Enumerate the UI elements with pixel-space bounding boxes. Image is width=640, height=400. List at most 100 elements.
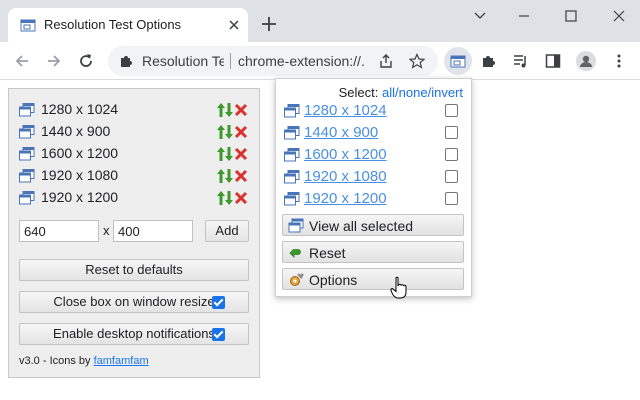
- maximize-icon[interactable]: [556, 8, 586, 24]
- profile-avatar[interactable]: [576, 51, 596, 71]
- bookmark-star-icon[interactable]: [409, 53, 425, 69]
- undo-arrow-icon: [289, 248, 301, 258]
- window-close-icon[interactable]: [604, 8, 634, 24]
- resolution-row: 1600 x 1200: [19, 143, 251, 165]
- resolution-label: 1280 x 1024: [41, 101, 119, 117]
- close-box-label: Close box on window resize: [53, 294, 215, 309]
- browser-toolbar: Resolution Test chrome-extension://...: [0, 42, 640, 80]
- forward-arrow-icon[interactable]: [45, 52, 63, 70]
- minimize-icon[interactable]: [509, 8, 539, 24]
- popup-resolution-row: 1600 x 1200: [282, 144, 466, 166]
- resolution-checkbox[interactable]: [445, 148, 458, 161]
- delete-icon[interactable]: [233, 168, 249, 184]
- resolution-link[interactable]: 1920 x 1080: [304, 168, 387, 185]
- more-menu-icon[interactable]: [611, 53, 627, 69]
- reset-defaults-button[interactable]: Reset to defaults: [19, 259, 249, 281]
- view-all-selected-label: View all selected: [309, 218, 414, 234]
- options-button[interactable]: Options: [282, 268, 464, 290]
- window-icon: [284, 104, 300, 118]
- version-text: v3.0 - Icons by: [19, 355, 94, 367]
- tab-title: Resolution Test Options: [44, 17, 182, 32]
- reset-label: Reset: [309, 245, 346, 261]
- window-icon: [19, 169, 35, 183]
- back-arrow-icon[interactable]: [13, 52, 31, 70]
- resolution-label: 1920 x 1200: [41, 189, 119, 205]
- window-icon: [19, 191, 35, 205]
- select-all-link[interactable]: all: [382, 85, 395, 100]
- move-up-down-icon[interactable]: [217, 190, 233, 206]
- famfamfam-link[interactable]: famfamfam: [94, 355, 149, 367]
- select-controls: Select: all/none/invert: [339, 85, 463, 100]
- options-label: Options: [309, 272, 358, 288]
- popup-resolution-row: 1920 x 1080: [282, 166, 466, 188]
- close-icon[interactable]: [226, 17, 242, 33]
- popup-resolution-row: 1920 x 1200: [282, 188, 466, 210]
- resolution-checkbox[interactable]: [445, 192, 458, 205]
- resolution-row: 1920 x 1200: [19, 187, 251, 209]
- select-none-link[interactable]: none: [399, 85, 428, 100]
- resolution-row: 1920 x 1080: [19, 165, 251, 187]
- version-credit: v3.0 - Icons by famfamfam: [19, 355, 149, 367]
- resolution-test-extension-button[interactable]: [444, 47, 472, 75]
- gear-icon: [290, 273, 304, 286]
- resolution-label: 1920 x 1080: [41, 167, 119, 183]
- window-icon: [19, 147, 35, 161]
- notifications-label: Enable desktop notifications: [53, 326, 215, 341]
- media-controls-icon[interactable]: [513, 53, 529, 69]
- site-label: Resolution Test: [142, 53, 224, 69]
- width-input[interactable]: [19, 220, 99, 242]
- resolution-label: 1440 x 900: [41, 123, 111, 139]
- move-up-down-icon[interactable]: [217, 124, 233, 140]
- resolution-checkbox[interactable]: [445, 170, 458, 183]
- extension-puzzle-icon: [121, 56, 132, 67]
- window-icon: [284, 192, 300, 206]
- window-icon: [20, 19, 36, 32]
- popup-resolution-row: 1440 x 900: [282, 122, 466, 144]
- delete-icon[interactable]: [233, 146, 249, 162]
- view-all-selected-button[interactable]: View all selected: [282, 214, 464, 236]
- move-up-down-icon[interactable]: [217, 102, 233, 118]
- notifications-option[interactable]: Enable desktop notifications: [19, 323, 249, 345]
- resolution-label: 1600 x 1200: [41, 145, 119, 161]
- chevron-down-icon[interactable]: [465, 8, 495, 24]
- move-up-down-icon[interactable]: [217, 168, 233, 184]
- window-icon: [19, 103, 35, 117]
- resolution-row: 1440 x 900: [19, 121, 251, 143]
- windows-icon: [288, 218, 304, 233]
- close-box-checkbox[interactable]: [212, 296, 225, 309]
- share-icon[interactable]: [378, 53, 394, 69]
- close-box-option[interactable]: Close box on window resize: [19, 291, 249, 313]
- notifications-checkbox[interactable]: [212, 328, 225, 341]
- select-invert-link[interactable]: invert: [431, 85, 463, 100]
- person-icon: [580, 55, 592, 67]
- resolution-checkbox[interactable]: [445, 104, 458, 117]
- address-bar[interactable]: Resolution Test chrome-extension://...: [108, 46, 438, 76]
- window-icon: [284, 148, 300, 162]
- extensions-puzzle-icon[interactable]: [481, 53, 497, 69]
- reload-icon[interactable]: [77, 52, 95, 70]
- resolution-checkbox[interactable]: [445, 126, 458, 139]
- extension-popup: Select: all/none/invert 1280 x 1024 1440…: [275, 78, 472, 297]
- times-label: x: [103, 223, 110, 238]
- delete-icon[interactable]: [233, 102, 249, 118]
- resolution-link[interactable]: 1440 x 900: [304, 124, 378, 141]
- delete-icon[interactable]: [233, 124, 249, 140]
- options-panel: 1280 x 1024 1440 x 900 1600 x 1200 1920 …: [8, 88, 260, 378]
- resolution-row: 1280 x 1024: [19, 99, 251, 121]
- browser-tab[interactable]: Resolution Test Options: [8, 8, 248, 42]
- resolution-link[interactable]: 1920 x 1200: [304, 190, 387, 207]
- height-input[interactable]: [113, 220, 193, 242]
- add-button[interactable]: Add: [205, 220, 249, 242]
- side-panel-icon[interactable]: [545, 53, 561, 69]
- window-icon: [284, 170, 300, 184]
- resolution-link[interactable]: 1600 x 1200: [304, 146, 387, 163]
- move-up-down-icon[interactable]: [217, 146, 233, 162]
- delete-icon[interactable]: [233, 190, 249, 206]
- window-icon: [284, 126, 300, 140]
- resolution-link[interactable]: 1280 x 1024: [304, 102, 387, 119]
- url-text[interactable]: chrome-extension://...: [238, 53, 364, 69]
- reset-button[interactable]: Reset: [282, 241, 464, 263]
- select-label: Select:: [338, 85, 379, 100]
- window-icon: [19, 125, 35, 139]
- new-tab-icon[interactable]: [260, 15, 278, 33]
